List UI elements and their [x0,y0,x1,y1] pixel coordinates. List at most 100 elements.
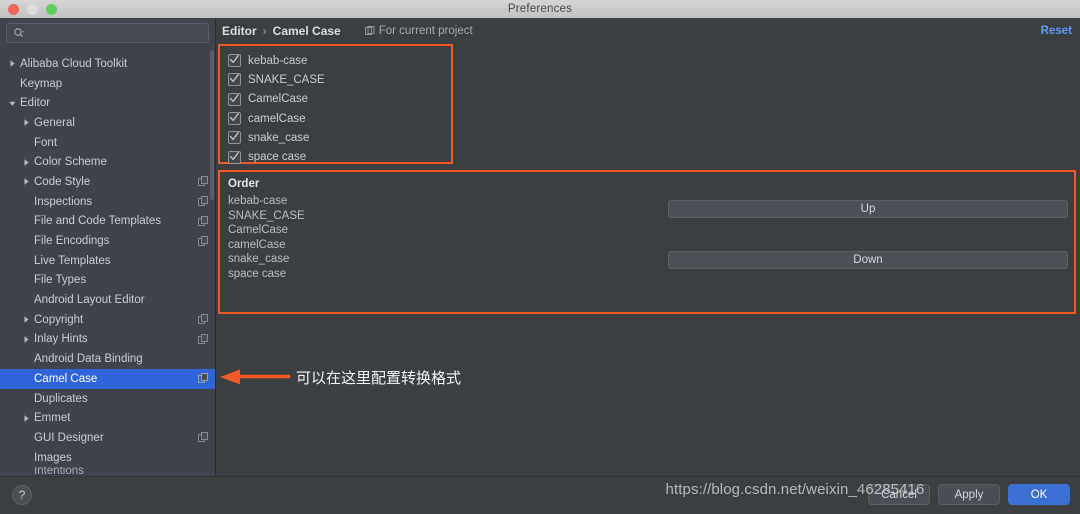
sidebar-item-label: Emmet [34,412,71,425]
sidebar-item-inlay-hints[interactable]: Inlay Hints [0,330,215,350]
minimize-button[interactable] [27,4,38,15]
search-container [0,18,215,45]
scope-indicator: For current project [364,25,473,37]
checkbox-label: kebab-case [248,54,308,67]
sidebar-item-label: Images [34,451,72,464]
sidebar-item-inspections[interactable]: Inspections [0,192,215,212]
sidebar-item-emmet[interactable]: Emmet [0,408,215,428]
order-title: Order [228,178,260,190]
sidebar-item-code-style[interactable]: Code Style [0,172,215,192]
sidebar-item-camel-case[interactable]: Camel Case [0,369,215,389]
project-scope-icon [198,432,209,443]
checkbox-label: CamelCase [248,93,309,106]
sidebar-item-label: Code Style [34,175,91,188]
sidebar-item-android-data-binding[interactable]: Android Data Binding [0,349,215,369]
chevron-down-icon[interactable] [8,99,17,108]
search-box[interactable] [6,23,209,43]
checkbox-row[interactable]: kebab-case [228,51,451,70]
checkbox-label: space case [248,151,307,164]
sidebar-item-alibaba-cloud-toolkit[interactable]: Alibaba Cloud Toolkit [0,54,215,74]
sidebar-scroll-thumb[interactable] [210,50,214,200]
checkbox-row[interactable]: camelCase [228,109,451,128]
chevron-right-icon[interactable] [22,158,31,167]
sidebar-item-label: File Types [34,274,87,287]
sidebar-item-images[interactable]: Images [0,448,215,468]
checkbox-camelcase[interactable] [228,112,241,126]
sidebar-item-label: Camel Case [34,372,98,385]
scope-label: For current project [378,25,473,37]
reset-button[interactable]: Reset [1041,25,1072,37]
checkbox-kebab-case[interactable] [228,54,241,68]
sidebar-item-label: Editor [20,97,51,110]
sidebar-item-label: File Encodings [34,235,110,248]
sidebar-item-partial-0[interactable] [0,47,215,54]
sidebar-item-keymap[interactable]: Keymap [0,74,215,94]
sidebar-item-label: Duplicates [34,392,88,405]
checkbox-row[interactable]: SNAKE_CASE [228,70,451,89]
checkbox-row[interactable]: snake_case [228,128,451,147]
sidebar-item-live-templates[interactable]: Live Templates [0,251,215,271]
sidebar-item-gui-designer[interactable]: GUI Designer [0,428,215,448]
checkbox-snake-case[interactable] [228,73,241,87]
checkbox-row[interactable]: space case [228,147,451,166]
move-up-button[interactable]: Up [668,200,1068,218]
breadcrumb-separator: › [262,24,267,38]
zoom-button[interactable] [46,4,57,15]
sidebar-item-label: File and Code Templates [34,215,161,228]
chevron-right-icon[interactable] [22,335,31,344]
annotation-text: 可以在这里配置转换格式 [296,368,462,387]
help-button[interactable]: ? [12,485,32,505]
chevron-right-icon[interactable] [22,315,31,324]
window-controls [8,4,57,15]
annotation: 可以在这里配置转换格式 [220,366,461,388]
sidebar-item-label: Alibaba Cloud Toolkit [20,57,128,70]
sidebar-item-file-encodings[interactable]: File Encodings [0,231,215,251]
close-button[interactable] [8,4,19,15]
sidebar-item-editor[interactable]: Editor [0,93,215,113]
sidebar-item-android-layout-editor[interactable]: Android Layout Editor [0,290,215,310]
sidebar-item-label: Intentions [34,467,84,475]
sidebar-item-color-scheme[interactable]: Color Scheme [0,152,215,172]
sidebar-item-copyright[interactable]: Copyright [0,310,215,330]
sidebar-item-general[interactable]: General [0,113,215,133]
sidebar-item-file-types[interactable]: File Types [0,271,215,291]
dialog-footer: ? Cancel Apply OK [0,476,1080,514]
checkbox-row[interactable]: CamelCase [228,90,451,109]
case-formats-list: kebab-case SNAKE_CASE CamelCase camelCase sn… [228,51,451,167]
move-down-button[interactable]: Down [668,251,1068,269]
breadcrumb-parent[interactable]: Editor [222,24,257,38]
sidebar-item-file-and-code-templates[interactable]: File and Code Templates [0,212,215,232]
window-titlebar: Preferences [0,0,1080,19]
sidebar-item-font[interactable]: Font [0,133,215,153]
chevron-right-icon[interactable] [22,177,31,186]
project-scope-icon [364,26,375,36]
chevron-right-icon[interactable] [8,59,17,68]
order-list-item[interactable]: space case [228,267,1074,282]
ok-button[interactable]: OK [1008,484,1070,505]
search-icon [13,27,25,39]
checkbox-camelcase[interactable] [228,92,241,106]
chevron-right-icon[interactable] [22,118,31,127]
apply-button[interactable]: Apply [938,484,1000,505]
sidebar-item-intentions[interactable]: Intentions [0,467,215,474]
search-input[interactable] [25,27,202,39]
checkbox-snake-case[interactable] [228,131,241,145]
chevron-right-icon[interactable] [22,414,31,423]
cancel-button[interactable]: Cancel [868,484,930,505]
sidebar-item-label: Live Templates [34,254,111,267]
checkbox-space-case[interactable] [228,150,241,164]
footer-buttons: Cancel Apply OK [868,484,1070,505]
sidebar-item-duplicates[interactable]: Duplicates [0,389,215,409]
window-body: Alibaba Cloud Toolkit Keymap Editor General… [0,18,1080,476]
project-scope-icon [198,314,209,325]
sidebar-scrollbar[interactable] [210,44,215,474]
